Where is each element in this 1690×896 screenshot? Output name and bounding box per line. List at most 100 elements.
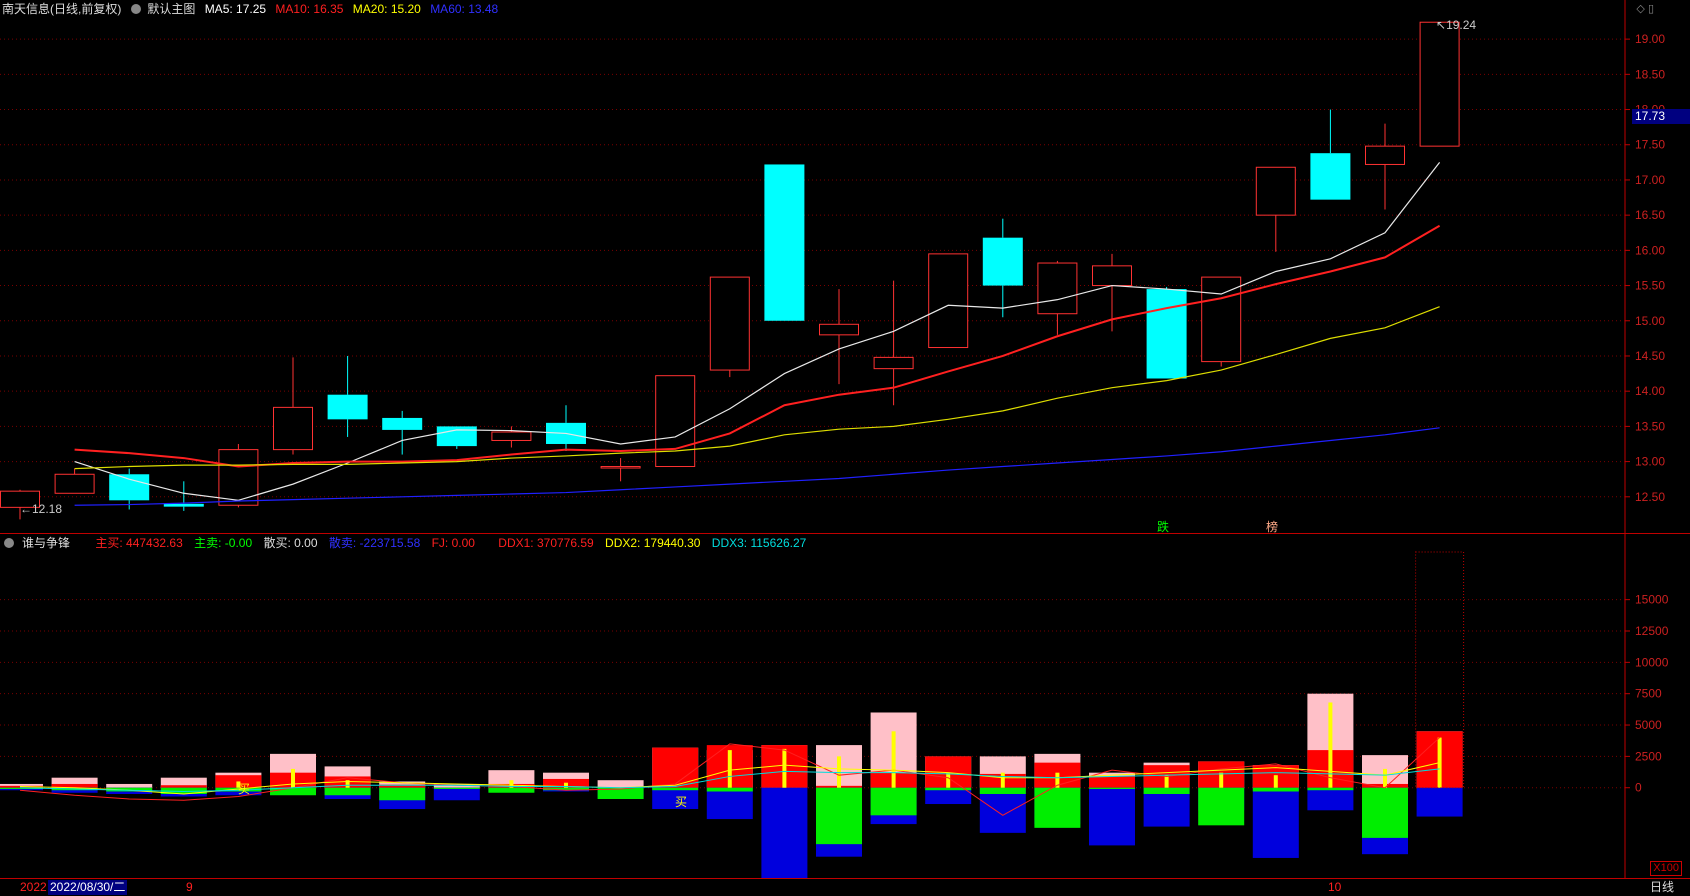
price-tick-label: 14.50 xyxy=(1635,349,1665,363)
ma10-label: MA10: 16.35 xyxy=(275,2,344,16)
month-10-label: 10 xyxy=(1328,880,1342,894)
candle-body-up xyxy=(819,323,859,336)
green-bar xyxy=(324,787,371,796)
candle-body-down xyxy=(1310,153,1351,200)
candle xyxy=(218,443,259,508)
candle-body-down xyxy=(327,394,368,420)
blue-bar xyxy=(1307,787,1354,811)
green-bar xyxy=(652,787,699,791)
main-panel-grid xyxy=(0,38,1625,498)
candlestick-series[interactable] xyxy=(0,21,1460,520)
candle xyxy=(1255,166,1296,252)
candle-body-down xyxy=(764,164,805,321)
indicator-bar-group xyxy=(1307,693,1354,811)
indicator-bar-group xyxy=(51,777,98,793)
yellow-bar xyxy=(891,731,896,788)
indicator-header: 谁与争锋 主买: 447432.63 主卖: -0.00 散买: 0.00 散卖… xyxy=(0,534,814,552)
green-bar xyxy=(433,787,480,789)
candle xyxy=(819,289,859,385)
candle xyxy=(273,357,313,455)
main-header: 南天信息(日线,前复权) 默认主图 MA5: 17.25 MA10: 16.35 … xyxy=(0,0,504,18)
indicator-bars[interactable] xyxy=(0,551,1465,878)
candle xyxy=(764,164,805,321)
blue-bar xyxy=(761,787,808,878)
main-chart-label[interactable]: 默认主图 xyxy=(147,2,195,16)
candle xyxy=(382,410,423,455)
high-price-label: ↖19.24 xyxy=(1436,18,1477,32)
blue-bar xyxy=(433,787,480,801)
blue-bar xyxy=(979,787,1026,833)
blue-bar xyxy=(1252,787,1299,858)
window-controls: ◇ ▯ xyxy=(1636,2,1654,15)
price-tick-label: 19.00 xyxy=(1635,32,1665,46)
period-label[interactable]: 日线 xyxy=(1650,879,1674,896)
stock-title[interactable]: 南天信息(日线,前复权) xyxy=(2,2,121,16)
red-bar xyxy=(1089,776,1135,788)
stock-chart[interactable]: 12.50 13.00 13.50 14.00 14.50 15.00 15.50 16.00… xyxy=(0,0,1690,896)
price-tick-label: 17.50 xyxy=(1635,138,1665,152)
zhumai-sell-label: 主卖: -0.00 xyxy=(194,536,253,550)
blue-bar xyxy=(1416,787,1463,817)
candle-body-up xyxy=(928,253,969,349)
ma60-label: MA60: 13.48 xyxy=(430,2,499,16)
window-icon[interactable]: ▯ xyxy=(1648,3,1654,15)
candle-body-down xyxy=(109,474,150,501)
ddx2-label: DDX2: 179440.30 xyxy=(605,536,701,550)
price-tick-label: 15.00 xyxy=(1635,314,1665,328)
indicator-name[interactable]: 谁与争锋 xyxy=(22,536,70,550)
candle-body-down xyxy=(163,503,204,507)
candle-body-up xyxy=(1037,262,1078,315)
indicator-tick-label: 12500 xyxy=(1635,624,1669,638)
candle xyxy=(1310,109,1351,200)
yellow-bar xyxy=(1219,772,1224,788)
green-bar xyxy=(379,787,426,801)
candle-body-up xyxy=(491,431,532,441)
candle xyxy=(546,405,586,452)
candle-body-up xyxy=(1201,276,1242,363)
candle-body-up xyxy=(1419,21,1460,147)
candle-body-down xyxy=(382,417,423,430)
candle xyxy=(1037,260,1078,335)
marker-buy-1: 买 xyxy=(238,782,251,796)
yellow-bar xyxy=(782,748,787,788)
candle-body-up xyxy=(655,375,696,468)
month-9-label: 9 xyxy=(186,880,193,894)
indicator-bar-group xyxy=(816,745,862,857)
indicator-bar-group xyxy=(1089,772,1135,846)
scale-label[interactable]: X100 xyxy=(1650,861,1682,876)
indicator-tick-label: 0 xyxy=(1635,781,1642,795)
candle xyxy=(982,218,1023,318)
indicator-bar-group xyxy=(433,783,480,801)
green-bar xyxy=(870,787,917,816)
price-tick-label: 16.00 xyxy=(1635,243,1665,257)
yellow-bar xyxy=(946,772,951,788)
candle-body-up xyxy=(54,473,95,494)
candle-body-up xyxy=(1365,145,1405,165)
price-axis: 12.50 13.00 13.50 14.00 14.50 15.00 15.50 16.00… xyxy=(1625,32,1665,504)
year-label: 2022 xyxy=(20,880,47,894)
green-bar xyxy=(1143,787,1190,794)
green-bar xyxy=(1252,787,1299,792)
gear-icon[interactable] xyxy=(131,4,142,14)
green-bar xyxy=(488,787,535,793)
indicator-axis: 0 2500 5000 7500 10000 12500 15000 xyxy=(1625,593,1669,795)
candle xyxy=(54,468,95,494)
gear-icon[interactable] xyxy=(4,538,14,548)
yellow-bar xyxy=(837,756,841,788)
marker-bang: 榜 xyxy=(1266,520,1279,534)
marker-buy-2: 买 xyxy=(675,795,688,809)
red-bar xyxy=(652,747,699,788)
fj-label: FJ: 0.00 xyxy=(431,536,475,550)
diamond-icon[interactable]: ◇ xyxy=(1636,3,1644,15)
indicator-bar-group xyxy=(1252,765,1299,858)
candle xyxy=(1419,21,1460,147)
candle xyxy=(1146,286,1187,379)
indicator-tick-label: 5000 xyxy=(1635,718,1662,732)
green-bar xyxy=(1198,787,1245,826)
candle xyxy=(600,458,641,482)
yellow-bar xyxy=(727,750,732,788)
candle-body-down xyxy=(1146,289,1187,379)
zhumai-label: 主买: 447432.63 xyxy=(95,536,183,550)
yellow-bar xyxy=(291,768,295,788)
yellow-bar xyxy=(1164,775,1169,788)
